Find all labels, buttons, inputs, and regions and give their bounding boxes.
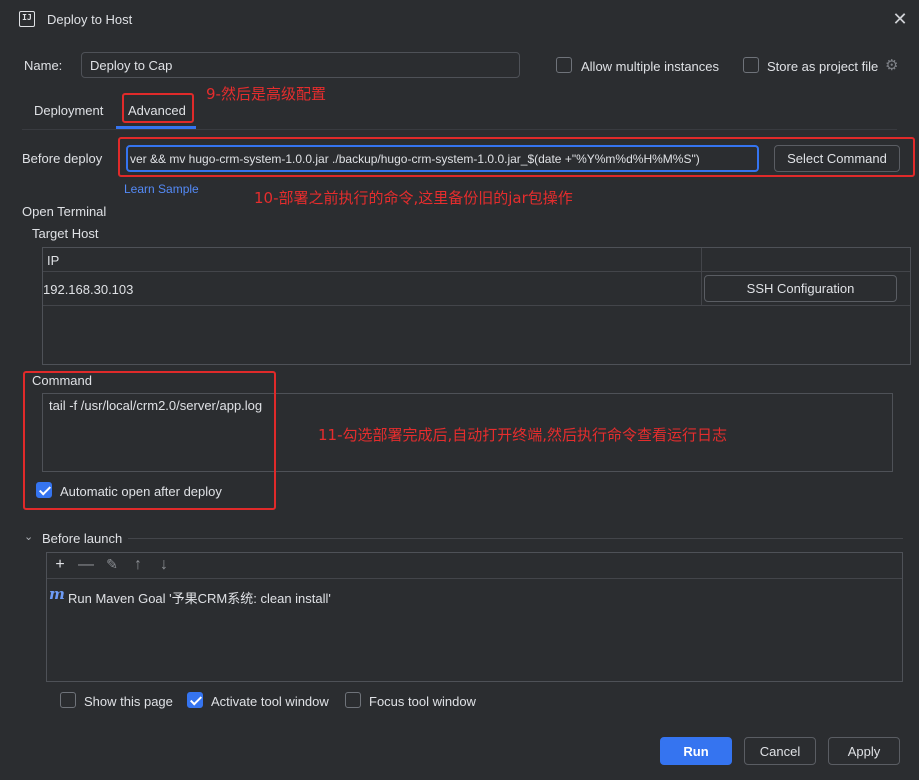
target-host-table — [42, 247, 911, 365]
focus-tool-label: Focus tool window — [369, 694, 476, 709]
activate-tool-checkbox[interactable] — [187, 692, 203, 708]
tab-deployment[interactable]: Deployment — [34, 103, 103, 118]
allow-multiple-label: Allow multiple instances — [581, 59, 720, 74]
maven-icon: m — [49, 585, 65, 603]
ssh-configuration-button[interactable]: SSH Configuration — [704, 275, 897, 302]
before-launch-toolbar-divider — [47, 578, 902, 579]
before-launch-list — [46, 552, 903, 682]
open-terminal-label: Open Terminal — [22, 204, 107, 219]
window-title: Deploy to Host — [47, 12, 133, 27]
store-project-label: Store as project file — [767, 59, 879, 74]
annotation-box-before-deploy — [118, 137, 915, 177]
target-host-label: Target Host — [32, 226, 99, 241]
before-deploy-label: Before deploy — [22, 151, 103, 166]
annotation-10: 10-部署之前执行的命令,这里备份旧的jar包操作 — [254, 189, 573, 207]
remove-icon[interactable]: — — [77, 556, 95, 574]
table-header-ip: IP — [47, 253, 60, 268]
tab-selected-indicator — [116, 126, 196, 129]
annotation-9: 9-然后是高级配置 — [206, 85, 326, 103]
table-header-divider — [43, 271, 910, 272]
table-cell-ip[interactable]: 192.168.30.103 — [43, 282, 133, 297]
cancel-button[interactable]: Cancel — [744, 737, 816, 765]
annotation-box-command — [23, 371, 276, 510]
apply-button[interactable]: Apply — [828, 737, 900, 765]
table-column-divider — [701, 248, 702, 305]
focus-tool-checkbox[interactable] — [345, 692, 361, 708]
learn-sample-link[interactable]: Learn Sample — [124, 182, 199, 196]
chevron-down-icon[interactable]: ⌄ — [24, 530, 33, 543]
app-logo-icon: IJ — [19, 11, 35, 27]
move-down-icon[interactable]: ↓ — [155, 556, 173, 574]
name-label: Name: — [24, 58, 63, 73]
edit-icon[interactable]: ✎ — [103, 556, 121, 573]
run-button[interactable]: Run — [660, 737, 732, 765]
before-launch-divider — [128, 538, 903, 539]
tab-separator — [22, 129, 897, 130]
before-launch-item[interactable]: Run Maven Goal '予果CRM系统: clean install' — [68, 588, 331, 607]
gear-icon[interactable]: ⚙ — [885, 56, 898, 74]
store-project-checkbox[interactable] — [743, 57, 759, 73]
annotation-box-advanced — [122, 93, 194, 123]
move-up-icon[interactable]: ↑ — [129, 556, 147, 574]
table-row-divider — [43, 305, 910, 306]
allow-multiple-checkbox[interactable] — [556, 57, 572, 73]
before-launch-label[interactable]: Before launch — [42, 531, 122, 546]
close-icon[interactable]: ✕ — [891, 10, 909, 28]
show-page-label: Show this page — [84, 694, 173, 709]
activate-tool-label: Activate tool window — [211, 694, 329, 709]
add-icon[interactable]: + — [51, 556, 69, 574]
annotation-11: 11-勾选部署完成后,自动打开终端,然后执行命令查看运行日志 — [318, 426, 728, 444]
name-field[interactable]: Deploy to Cap — [81, 52, 520, 78]
show-page-checkbox[interactable] — [60, 692, 76, 708]
